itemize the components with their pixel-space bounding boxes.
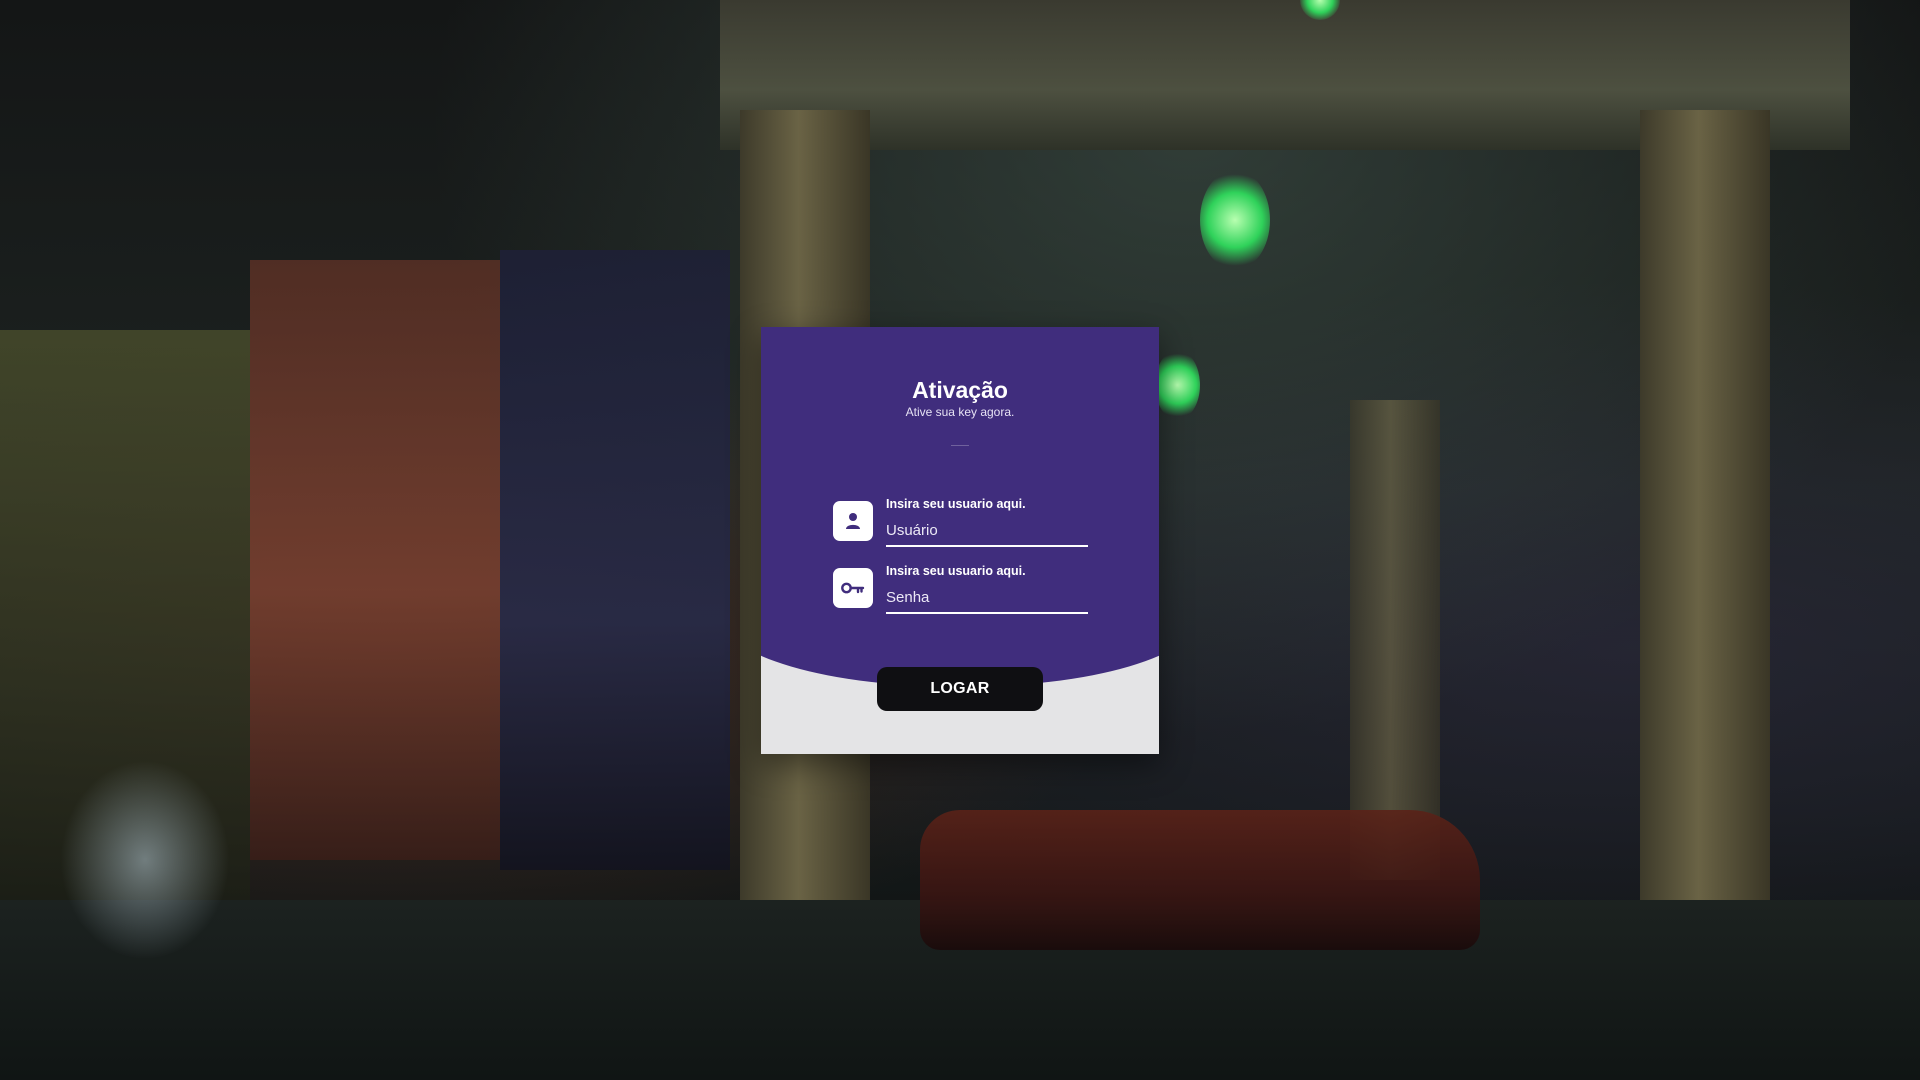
username-input[interactable] [886,517,1088,547]
background-smoke [60,760,230,960]
user-icon [833,501,873,541]
password-field-group: Insira seu usuario aqui. [833,564,1093,614]
password-label: Insira seu usuario aqui. [886,564,1026,578]
background-building-brick [250,260,500,860]
login-form: Ativação Ative sua key agora. Insira seu… [761,327,1159,754]
background-car [920,810,1480,950]
login-subtitle: Ative sua key agora. [905,405,1015,419]
username-label: Insira seu usuario aqui. [886,497,1026,511]
username-field-group: Insira seu usuario aqui. [833,497,1093,547]
background-building-blue [500,250,730,870]
divider [951,445,969,446]
key-icon [833,568,873,608]
background-light [1200,170,1270,270]
background-pillar [1640,110,1770,970]
background-pillar [1350,400,1440,880]
login-button[interactable]: LOGAR [877,667,1043,711]
background-light [1155,350,1200,420]
login-title: Ativação [912,377,1008,403]
login-card: Ativação Ative sua key agora. Insira seu… [761,327,1159,754]
password-input[interactable] [886,584,1088,614]
